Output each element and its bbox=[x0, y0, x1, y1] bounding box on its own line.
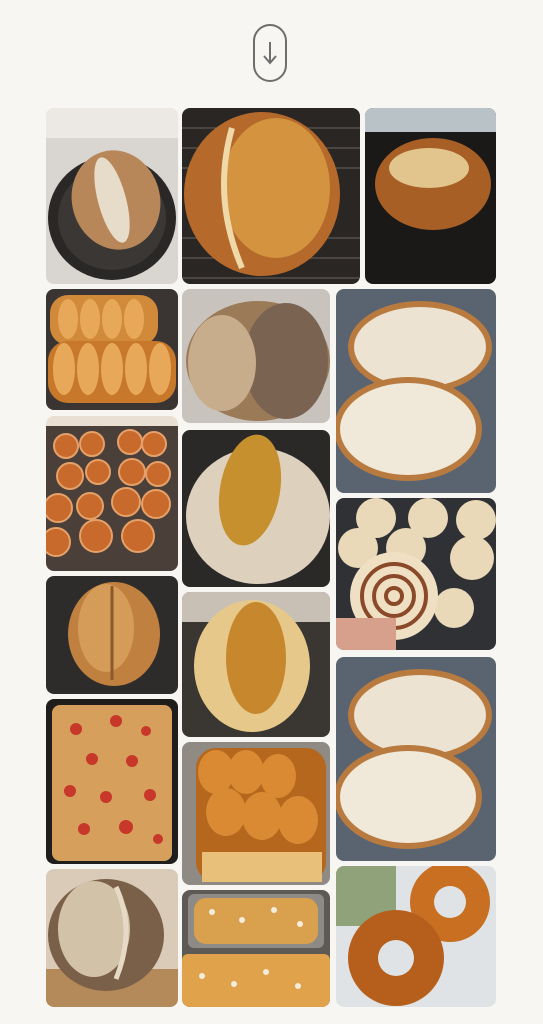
photo-image bbox=[182, 430, 330, 587]
gallery-photo-milk-bread-loaves[interactable] bbox=[46, 289, 178, 410]
photo-image bbox=[336, 498, 496, 650]
gallery-photo-seeded-boule[interactable] bbox=[182, 289, 330, 423]
photo-image bbox=[182, 890, 330, 1007]
gallery-photo-scored-boule[interactable] bbox=[182, 430, 330, 587]
photo-image bbox=[336, 657, 496, 861]
photo-image bbox=[336, 866, 496, 1007]
photo-image bbox=[182, 289, 330, 423]
photo-image bbox=[46, 699, 178, 864]
gallery-photo-round-loaf-dark[interactable] bbox=[46, 576, 178, 694]
download-button[interactable] bbox=[253, 24, 287, 82]
gallery-photo-rustic-loaf-on-rack[interactable] bbox=[182, 108, 360, 284]
photo-image bbox=[46, 289, 178, 410]
gallery-photo-sliced-loaf-halves[interactable] bbox=[336, 289, 496, 493]
photo-image bbox=[365, 108, 496, 284]
gallery-photo-tomato-focaccia[interactable] bbox=[46, 699, 178, 864]
photo-image bbox=[182, 742, 330, 885]
photo-image bbox=[336, 289, 496, 493]
gallery-photo-almond-milk-bread-pans[interactable] bbox=[182, 890, 330, 1007]
arrow-down-icon bbox=[263, 42, 277, 65]
gallery-photo-cast-iron-sourdough[interactable] bbox=[46, 108, 178, 284]
gallery-photo-sourdough-on-board[interactable] bbox=[46, 869, 178, 1007]
gallery-photo-brioche-loaf[interactable] bbox=[182, 742, 330, 885]
photo-image bbox=[182, 108, 360, 284]
gallery-photo-bread-rings[interactable] bbox=[336, 866, 496, 1007]
gallery-photo-batard-dark-background[interactable] bbox=[365, 108, 496, 284]
gallery-photo-sliced-loaf-halves-2[interactable] bbox=[336, 657, 496, 861]
photo-image bbox=[46, 576, 178, 694]
gallery-photo-cinnamon-rolls-tray[interactable] bbox=[46, 416, 178, 571]
photo-image bbox=[46, 869, 178, 1007]
gallery-photo-golden-loaf-in-hand[interactable] bbox=[182, 592, 330, 737]
photo-image bbox=[46, 416, 178, 571]
gallery-photo-cinnamon-roll-closeup[interactable] bbox=[336, 498, 496, 650]
photo-image bbox=[182, 592, 330, 737]
photo-image bbox=[46, 108, 178, 284]
